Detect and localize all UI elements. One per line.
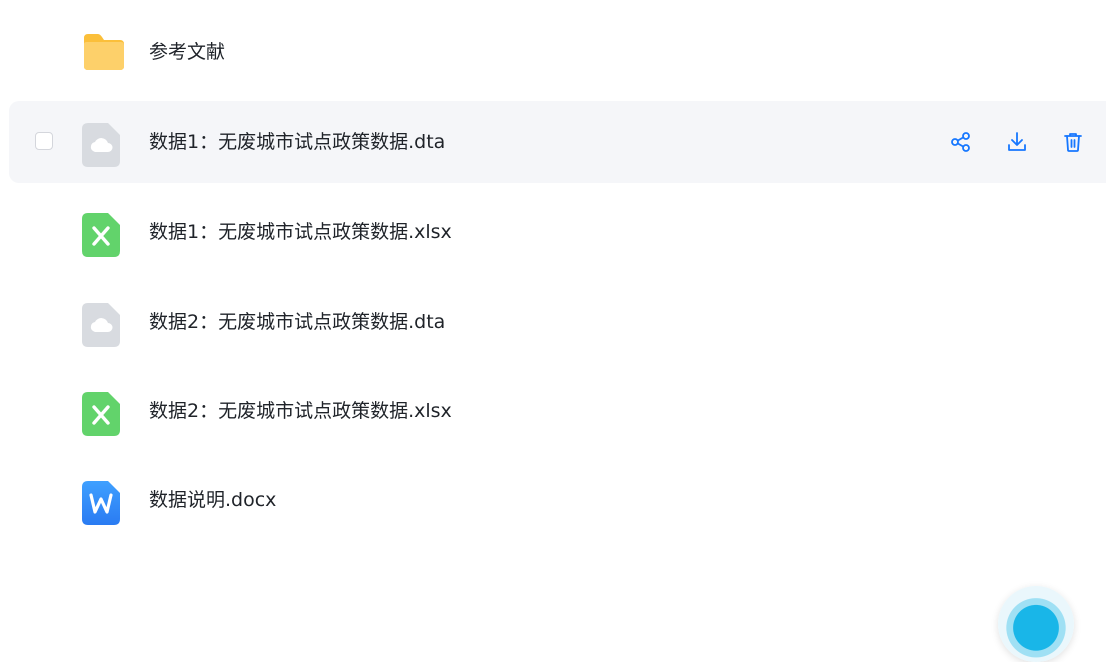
share-icon[interactable] xyxy=(950,131,972,153)
excel-file-icon xyxy=(82,213,120,257)
file-name[interactable]: 数据2：无废城市试点政策数据.xlsx xyxy=(149,398,452,424)
delete-icon[interactable] xyxy=(1062,131,1084,153)
folder-icon xyxy=(82,32,124,70)
file-row-folder[interactable]: 参考文献 xyxy=(9,11,1106,93)
file-row[interactable]: 数据2：无废城市试点政策数据.xlsx xyxy=(9,370,1106,452)
file-name[interactable]: 数据1：无废城市试点政策数据.dta xyxy=(149,129,445,155)
file-name[interactable]: 参考文献 xyxy=(149,39,225,65)
file-name[interactable]: 数据2：无废城市试点政策数据.dta xyxy=(149,309,445,335)
floating-assistant-button[interactable] xyxy=(998,586,1074,662)
file-row[interactable]: 数据1：无废城市试点政策数据.xlsx xyxy=(9,191,1106,273)
excel-file-icon xyxy=(82,392,120,436)
file-row-hovered[interactable]: 数据1：无废城市试点政策数据.dta xyxy=(9,101,1106,183)
cloud-file-icon xyxy=(82,123,120,167)
cloud-file-icon xyxy=(82,303,120,347)
file-row[interactable]: 数据2：无废城市试点政策数据.dta xyxy=(9,281,1106,363)
file-row[interactable]: 数据说明.docx xyxy=(9,459,1106,541)
file-name[interactable]: 数据1：无废城市试点政策数据.xlsx xyxy=(149,219,452,245)
file-name[interactable]: 数据说明.docx xyxy=(149,487,276,513)
word-file-icon xyxy=(82,481,120,525)
download-icon[interactable] xyxy=(1006,131,1028,153)
file-list: 参考文献 数据1：无废城市试点政策数据.dta 数据1：无废城市试点政策数据.x… xyxy=(0,0,1106,662)
row-checkbox[interactable] xyxy=(35,132,53,150)
